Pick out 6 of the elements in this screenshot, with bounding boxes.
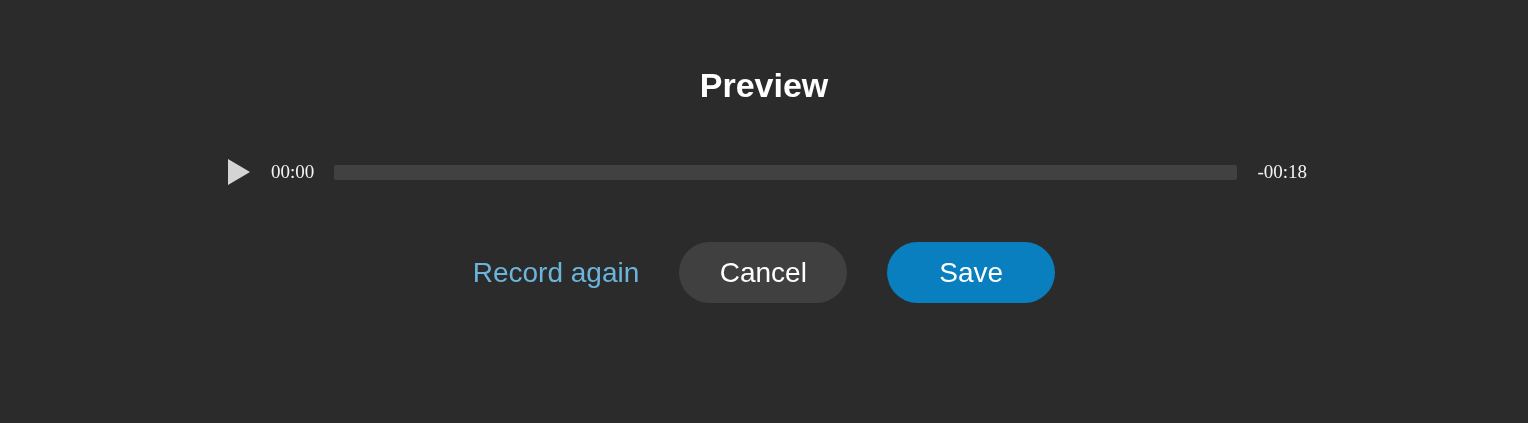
remaining-time: -00:18 (1257, 161, 1307, 183)
dialog-title: Preview (699, 66, 829, 105)
elapsed-time: 00:00 (271, 161, 315, 183)
record-again-link[interactable]: Record again (472, 256, 640, 289)
cancel-button[interactable]: Cancel (679, 242, 848, 303)
save-button[interactable]: Save (887, 242, 1056, 303)
